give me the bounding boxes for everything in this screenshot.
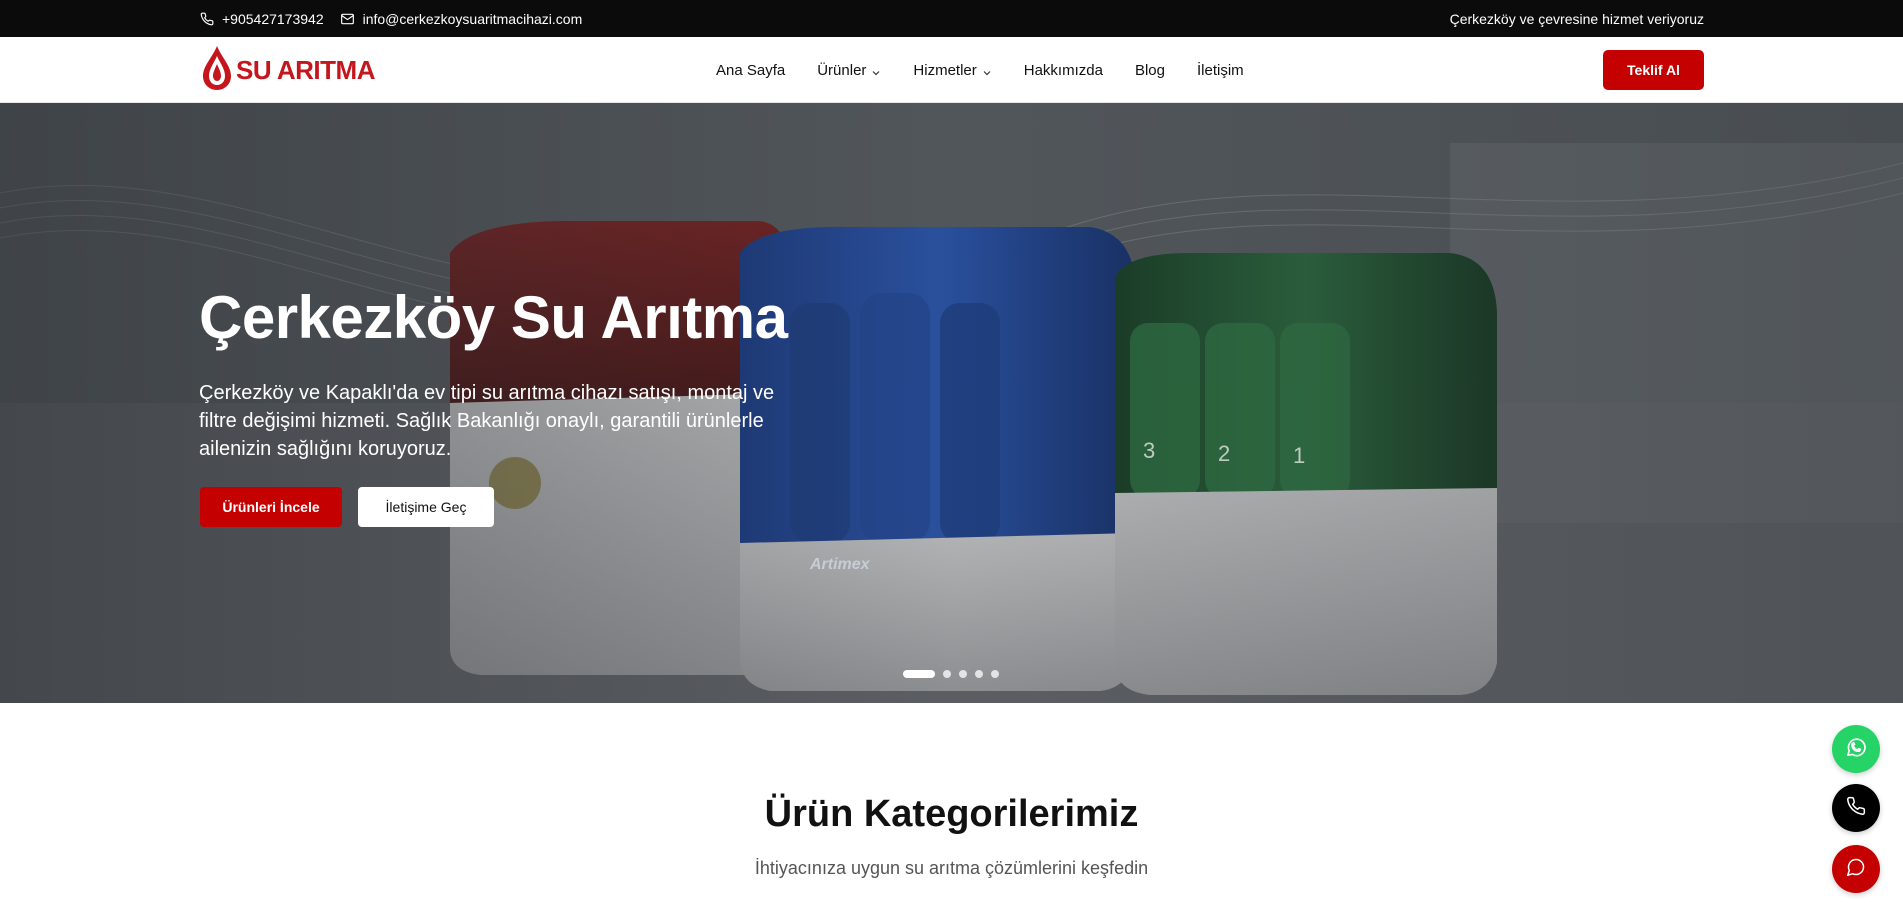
phone-link[interactable]: +905427173942 [200,11,324,27]
main-nav: Ana Sayfa Ürünler Hizmetler Hakkımızda B… [700,37,1260,103]
slider-dot[interactable] [991,670,999,678]
slider-dot[interactable] [943,670,951,678]
email-link[interactable]: info@cerkezkoysuaritmacihazi.com [340,10,583,27]
categories-title: Ürün Kategorilerimiz [764,793,1139,835]
nav-label: Hakkımızda [1023,61,1103,79]
filter-number: 1 [1293,443,1306,468]
whatsapp-icon [1845,736,1867,763]
logo-text: SU ARITMA [236,54,375,85]
service-area-text: Çerkezköy ve çevresine hizmet veriyoruz [1449,10,1704,27]
mail-icon [340,12,355,26]
nav-item-blog[interactable]: Blog [1119,62,1181,79]
hero-title: Çerkezköy Su Arıtma [199,284,788,351]
phone-number: +905427173942 [222,10,324,27]
top-bar-contacts: +905427173942 info@cerkezkoysuaritmaciha… [200,0,582,37]
contact-us-button[interactable]: İletişime Geç [358,487,494,527]
hero-subtitle: Çerkezköy ve Kapaklı'da ev tipi su arıtm… [199,382,775,460]
nav-item-contact[interactable]: İletişim [1181,62,1260,79]
chat-button[interactable] [1832,845,1880,893]
nav-label: Hizmetler [913,61,977,79]
nav-label: Ana Sayfa [716,61,786,79]
phone-icon [1846,796,1866,821]
get-quote-button[interactable]: Teklif Al [1603,50,1704,90]
chevron-down-icon [871,65,881,76]
browse-products-button[interactable]: Ürünleri İncele [200,487,342,527]
email-address: info@cerkezkoysuaritmacihazi.com [362,10,583,27]
water-drop-logo-icon [200,44,234,97]
site-logo[interactable]: SU ARITMA [200,44,375,97]
nav-label: Ürünler [817,61,867,79]
nav-item-products[interactable]: Ürünler [801,62,897,79]
phone-icon [200,12,214,26]
nav-item-services[interactable]: Hizmetler [897,62,1007,79]
product-brand-mark: Artimex [810,556,870,573]
chat-icon [1846,857,1866,882]
slider-dot[interactable] [975,670,983,678]
slider-dot-active[interactable] [903,670,935,678]
filter-number: 3 [1143,438,1156,463]
nav-label: Blog [1134,61,1165,79]
slider-pagination [903,670,999,678]
nav-item-home[interactable]: Ana Sayfa [700,62,801,79]
chevron-down-icon [982,65,992,76]
filter-number: 2 [1218,441,1231,466]
nav-label: İletişim [1196,61,1244,79]
top-bar: +905427173942 info@cerkezkoysuaritmaciha… [0,0,1903,37]
main-header: SU ARITMA Ana Sayfa Ürünler Hizmetler Ha… [0,37,1903,103]
nav-item-about[interactable]: Hakkımızda [1008,62,1119,79]
slider-dot[interactable] [959,670,967,678]
whatsapp-button[interactable] [1832,725,1880,773]
hero-slider: Artimex 3 2 1 Çerkezköy Su Arıtma Çerkez… [0,103,1903,703]
categories-subtitle: İhtiyacınıza uygun su arıtma çözümlerini… [754,858,1149,878]
call-button[interactable] [1832,784,1880,832]
